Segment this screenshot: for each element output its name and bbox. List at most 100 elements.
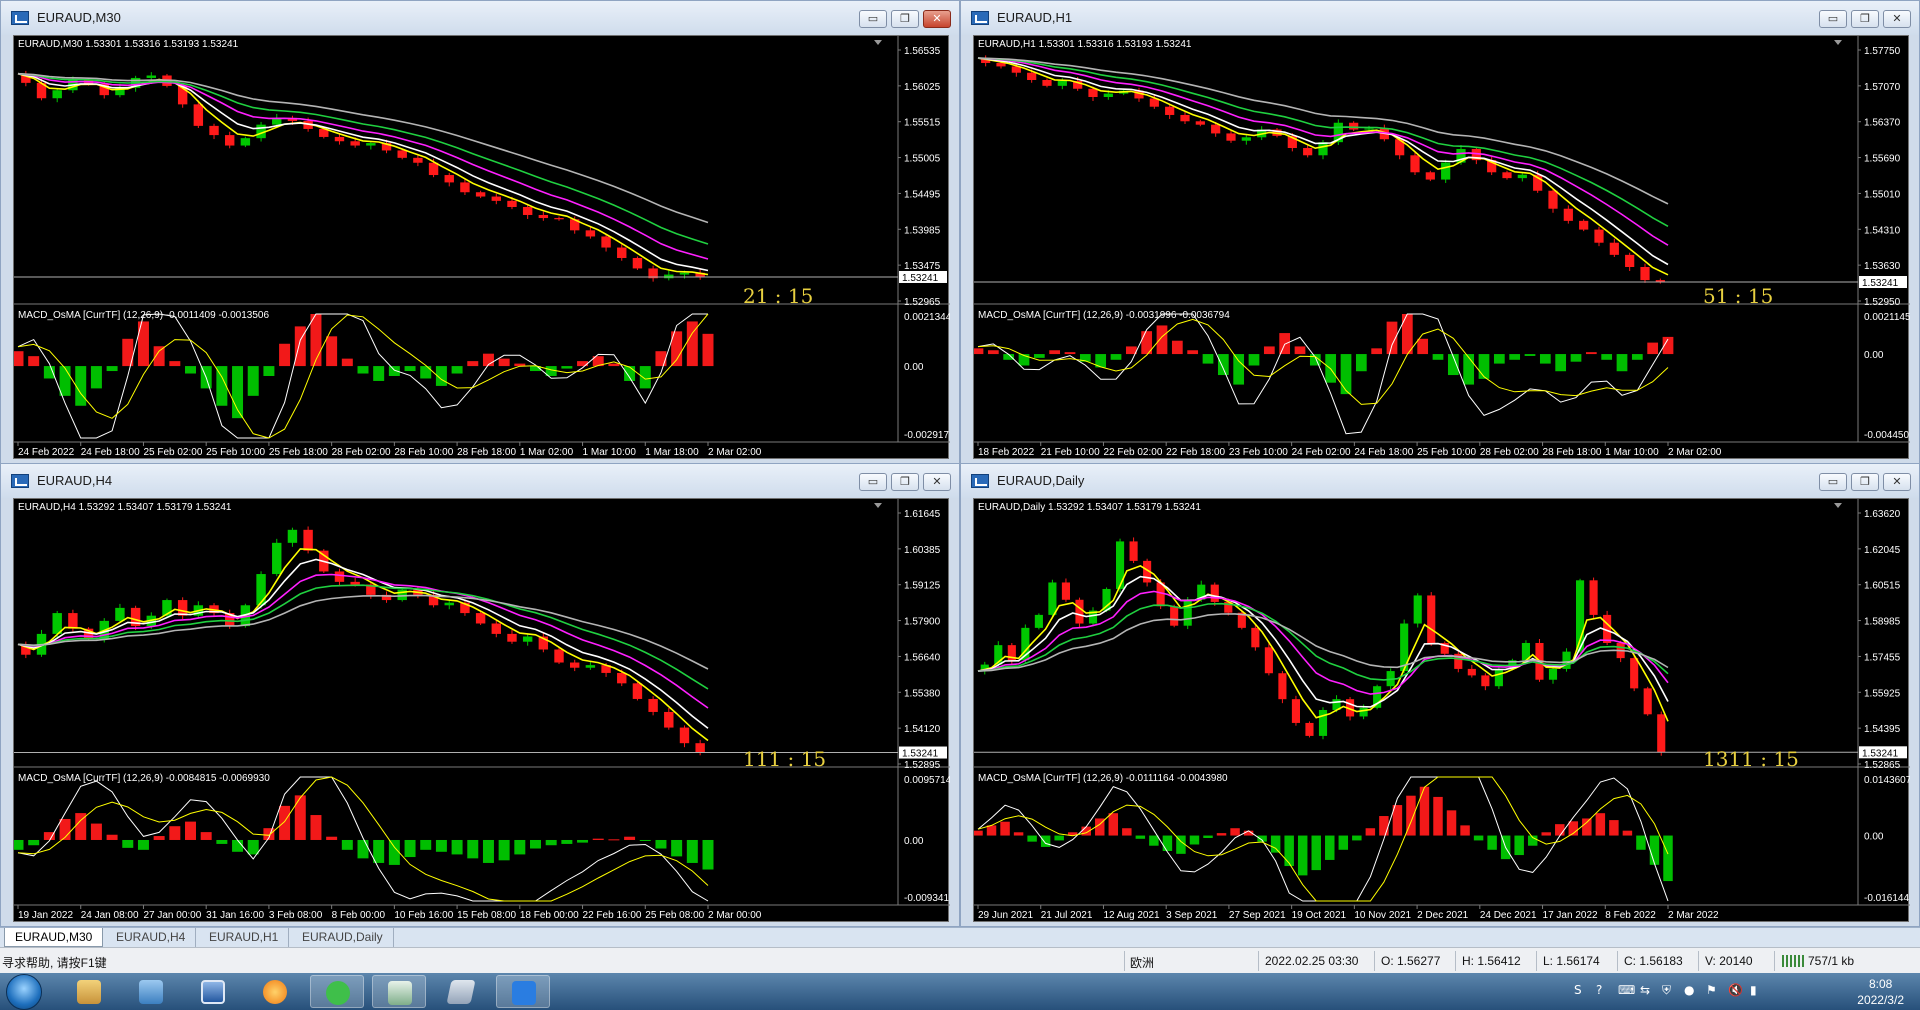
- chart-window-euraud-h4[interactable]: EURAUD,H4 ▭ ❐ ✕ 1.61645 1.60385 1.59125 1.57900…: [0, 463, 960, 927]
- keyboard-icon[interactable]: ⌨: [1618, 983, 1635, 997]
- macd-histogram-bar: [1284, 835, 1294, 867]
- tab-euraud-m30[interactable]: EURAUD,M30: [4, 928, 104, 947]
- dropdown-triangle-icon[interactable]: [1834, 40, 1842, 45]
- tab-euraud-h1[interactable]: EURAUD,H1: [199, 928, 290, 947]
- macd-histogram-bar: [247, 366, 259, 396]
- flag-icon[interactable]: ⚑: [1706, 983, 1717, 997]
- dropdown-triangle-icon[interactable]: [874, 503, 882, 508]
- macd-histogram-bar: [1631, 354, 1643, 360]
- taskbar-notes-app[interactable]: [434, 975, 488, 1008]
- dropdown-triangle-icon[interactable]: [1834, 503, 1842, 508]
- close-button[interactable]: ✕: [923, 10, 951, 28]
- macd-histogram-bar: [1110, 354, 1122, 360]
- time-tick-label: 2 Mar 2022: [1668, 910, 1719, 921]
- shield-icon[interactable]: ⛨: [1662, 983, 1671, 998]
- taskbar-contacts-app[interactable]: [124, 975, 178, 1008]
- candle-body: [1563, 208, 1573, 221]
- macd-histogram-bar: [1230, 828, 1240, 836]
- taskbar-wechat-app[interactable]: [310, 975, 364, 1008]
- macd-histogram-bar: [1171, 340, 1183, 355]
- price-tick-label: 1.54495: [904, 189, 941, 200]
- chart-area[interactable]: 1.56535 1.56025 1.55515 1.55005 1.54495 1.539…: [13, 35, 950, 459]
- candle-body: [1441, 162, 1451, 180]
- time-tick-label: 18 Feb 2022: [978, 447, 1035, 458]
- candle-body: [695, 743, 705, 753]
- close-button[interactable]: ✕: [1883, 473, 1911, 491]
- taskbar-folder-app[interactable]: [62, 975, 116, 1008]
- ma-green-line: [17, 72, 709, 245]
- price-tick-label: 1.62045: [1864, 545, 1901, 556]
- price-tick-label: 1.53985: [904, 225, 941, 236]
- candle-body: [1180, 114, 1190, 122]
- taskbar-browser-app[interactable]: [248, 975, 302, 1008]
- minimize-button[interactable]: ▭: [1819, 10, 1847, 28]
- macd-histogram-bar: [1108, 813, 1119, 836]
- minimize-button[interactable]: ▭: [859, 10, 887, 28]
- signal-icon[interactable]: ▮: [1750, 983, 1757, 997]
- chart-area[interactable]: 1.57750 1.57070 1.56370 1.55690 1.55010 1.543…: [973, 35, 1910, 459]
- start-button[interactable]: [6, 974, 42, 1010]
- tab-euraud-daily[interactable]: EURAUD,Daily: [292, 928, 394, 947]
- window-title: EURAUD,M30: [37, 10, 121, 25]
- volume-muted-icon[interactable]: 🔇: [1728, 983, 1743, 997]
- taskbar-desktop-app[interactable]: [186, 975, 240, 1008]
- wechat-tray-icon[interactable]: ●: [1684, 983, 1694, 997]
- macd-histogram-bar: [655, 351, 667, 367]
- candle-body: [444, 602, 454, 606]
- chart-tab-bar: EURAUD,M30 EURAUD,H4 EURAUD,H1 EURAUD,Da…: [0, 927, 1920, 947]
- macd-histogram-bar: [1352, 835, 1362, 841]
- restore-button[interactable]: ❐: [891, 10, 919, 28]
- restore-button[interactable]: ❐: [1851, 473, 1879, 491]
- chart-area[interactable]: 1.61645 1.60385 1.59125 1.57900 1.56640 1.553…: [13, 498, 950, 922]
- taskbar-trading-terminal-app[interactable]: [372, 975, 426, 1008]
- help-icon[interactable]: ?: [1596, 983, 1602, 997]
- macd-histogram-bar: [1509, 354, 1521, 360]
- dropdown-triangle-icon[interactable]: [874, 40, 882, 45]
- macd-histogram-bar: [326, 336, 338, 367]
- restore-button[interactable]: ❐: [891, 473, 919, 491]
- title-bar[interactable]: EURAUD,H1 ▭ ❐ ✕: [961, 1, 1919, 35]
- macd-histogram-bar: [28, 356, 40, 367]
- tab-euraud-h4[interactable]: EURAUD,H4: [106, 928, 197, 947]
- macd-histogram-bar: [1013, 832, 1024, 836]
- time-tick-label: 28 Feb 02:00: [332, 447, 391, 458]
- ma-white-line: [977, 57, 1669, 266]
- time-tick-label: 25 Feb 10:00: [1417, 447, 1476, 458]
- minimize-button[interactable]: ▭: [859, 473, 887, 491]
- title-bar[interactable]: EURAUD,H4 ▭ ❐ ✕: [1, 464, 959, 498]
- candle-body: [413, 157, 423, 163]
- candle-body: [1640, 267, 1650, 281]
- candle-body: [475, 613, 486, 624]
- close-button[interactable]: ✕: [923, 473, 951, 491]
- macd-histogram-bar: [1027, 835, 1037, 842]
- price-tick-label: 1.52865: [1864, 760, 1901, 771]
- taskbar-edit-app[interactable]: [496, 975, 550, 1008]
- title-bar[interactable]: EURAUD,Daily ▭ ❐ ✕: [961, 464, 1919, 498]
- sogou-ime-icon[interactable]: S: [1574, 983, 1582, 997]
- chart-window-euraud-h1[interactable]: EURAUD,H1 ▭ ❐ ✕ 1.57750 1.57070 1.56370 1.55690…: [960, 0, 1920, 464]
- macd-histogram-bar: [1419, 786, 1430, 836]
- chart-area[interactable]: 1.63620 1.62045 1.60515 1.58985 1.57455 1.559…: [973, 498, 1910, 922]
- title-bar[interactable]: EURAUD,M30 ▭ ❐ ✕: [1, 1, 959, 35]
- macd-histogram-bar: [122, 839, 134, 848]
- candle-body: [287, 529, 298, 543]
- price-tick-label: 1.54395: [1864, 724, 1901, 735]
- macd-histogram-bar: [671, 839, 683, 857]
- restore-button[interactable]: ❐: [1851, 10, 1879, 28]
- candle-body: [1034, 614, 1043, 628]
- macd-axis-label: -0.009341: [904, 893, 949, 904]
- candle-body: [664, 274, 674, 279]
- price-tick-label: 1.55010: [1864, 189, 1901, 200]
- chart-window-euraud-daily[interactable]: EURAUD,Daily ▭ ❐ ✕ 1.63620 1.62045 1.60515 1.58…: [960, 463, 1920, 927]
- minimize-button[interactable]: ▭: [1819, 473, 1847, 491]
- macd-histogram-bar: [14, 839, 24, 850]
- macd-signal-line: [17, 313, 709, 439]
- price-tick-label: 1.63620: [1864, 509, 1901, 520]
- chart-window-euraud-m30[interactable]: EURAUD,M30 ▭ ❐ ✕ 1.56535 1.56025 1.55515 1.5500…: [0, 0, 960, 464]
- ma-yellow-line: [977, 565, 1669, 722]
- macd-histogram-bar: [1514, 835, 1524, 856]
- network-share-icon[interactable]: ⇆: [1640, 983, 1650, 997]
- system-clock[interactable]: 8:08 2022/3/2: [1857, 976, 1904, 1008]
- close-button[interactable]: ✕: [1883, 10, 1911, 28]
- macd-axis-label: 0.00: [1864, 832, 1884, 843]
